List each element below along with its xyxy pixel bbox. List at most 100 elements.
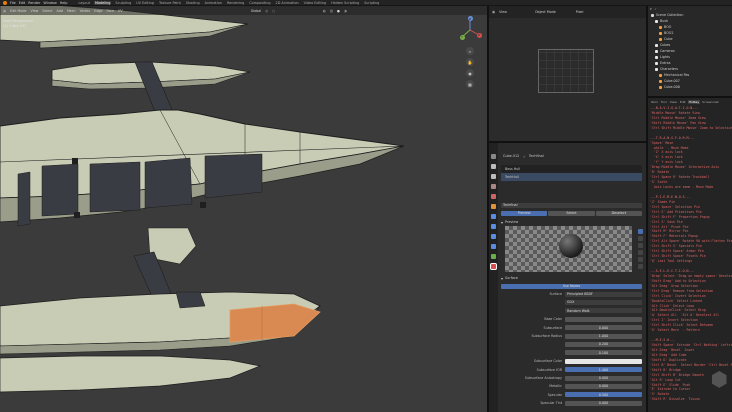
- property-field[interactable]: [565, 316, 642, 322]
- menu-edge[interactable]: Edge: [94, 9, 102, 13]
- shading-selector[interactable]: Pixel: [576, 10, 584, 14]
- tab-tool[interactable]: Tool: [660, 100, 668, 104]
- object-tab-icon[interactable]: [491, 204, 496, 209]
- scene-tab-icon[interactable]: [491, 184, 496, 189]
- property-field[interactable]: Random Walk: [565, 308, 642, 314]
- tool-tab-icon[interactable]: [491, 154, 496, 159]
- world-tab-icon[interactable]: [491, 194, 496, 199]
- outliner-item[interactable]: Mechanical Pas: [659, 73, 689, 78]
- axis-z-icon[interactable]: Z: [467, 16, 473, 21]
- search-icon[interactable]: ⌕: [655, 7, 657, 11]
- outliner-item[interactable]: Cube.008: [659, 85, 680, 90]
- blender-logo-icon[interactable]: [3, 0, 7, 5]
- property-field[interactable]: 0.100: [565, 350, 642, 356]
- navigation-gizmo[interactable]: Z X Y: [457, 15, 483, 45]
- workspace-tab-scripting[interactable]: Scripting: [363, 1, 380, 5]
- shading-solid-icon[interactable]: ●: [337, 9, 340, 13]
- outliner-item[interactable]: BOO: [659, 25, 671, 30]
- material-name-field[interactable]: Techfinal: [501, 202, 642, 208]
- editor-type-icon[interactable]: ▣: [492, 10, 495, 14]
- outliner-item[interactable]: Characters: [655, 67, 678, 72]
- menu-help[interactable]: Help: [60, 1, 68, 5]
- property-field[interactable]: Principled BSDF: [565, 291, 642, 297]
- physics-tab-icon[interactable]: [491, 234, 496, 239]
- menu-render[interactable]: Render: [28, 1, 40, 5]
- outliner-item[interactable]: Cube: [659, 37, 673, 42]
- workspace-tab-texture-paint[interactable]: Texture Paint: [158, 1, 182, 5]
- assign-tab[interactable]: Preview: [501, 210, 548, 216]
- outliner-item[interactable]: Cameras: [655, 49, 675, 54]
- mode-selector[interactable]: Edit Mode: [10, 9, 26, 13]
- axis-y-icon[interactable]: Y: [459, 34, 465, 40]
- axis-x-icon[interactable]: X: [476, 32, 482, 38]
- material-slot[interactable]: Boss Hull: [501, 165, 642, 173]
- select-tab[interactable]: Select: [548, 210, 595, 216]
- property-field[interactable]: 0.200: [565, 341, 642, 347]
- zoom-icon[interactable]: ⌕: [466, 47, 474, 55]
- workspace-tab-uv-editing[interactable]: UV Editing: [135, 1, 155, 5]
- hair-preview-icon[interactable]: [638, 250, 643, 255]
- tab-view[interactable]: View: [669, 100, 678, 104]
- deselect-tab[interactable]: Deselect: [595, 210, 642, 216]
- menu-uv[interactable]: UV: [118, 9, 123, 13]
- workspace-tab-rendering[interactable]: Rendering: [226, 1, 245, 5]
- material-tab-icon[interactable]: [490, 263, 497, 270]
- workspace-tab-sculpting[interactable]: Sculpting: [114, 1, 132, 5]
- material-slot-selected[interactable]: TechHull: [501, 173, 642, 181]
- particles-tab-icon[interactable]: [491, 224, 496, 229]
- cube-preview-icon[interactable]: [638, 236, 643, 241]
- menu-face[interactable]: Face: [107, 9, 114, 13]
- tab-item[interactable]: Item: [650, 100, 659, 104]
- filter-icon[interactable]: ▾: [650, 7, 652, 11]
- pan-hand-icon[interactable]: ✋: [466, 58, 474, 66]
- modifier-tab-icon[interactable]: [491, 214, 496, 219]
- mode-selector[interactable]: Object Mode: [535, 10, 556, 14]
- menu-window[interactable]: Window: [43, 1, 56, 5]
- xray-icon[interactable]: ▥: [330, 9, 333, 13]
- property-field[interactable]: 1.000: [565, 333, 642, 339]
- overlay-icon[interactable]: ◐: [323, 9, 326, 13]
- surface-section-header[interactable]: ▾ Surface: [501, 275, 642, 281]
- outliner-item[interactable]: Cubes: [655, 43, 670, 48]
- property-field[interactable]: 0.000: [565, 325, 642, 331]
- use-nodes-button[interactable]: Use Nodes: [501, 283, 642, 289]
- render-tab-icon[interactable]: [491, 164, 496, 169]
- menu-file[interactable]: File: [10, 1, 16, 5]
- 3d-viewport[interactable]: ▣ Edit Mode View Select Add Mesh Vertex …: [0, 6, 487, 412]
- menu-view[interactable]: View: [499, 10, 507, 14]
- menu-view[interactable]: View: [31, 9, 39, 13]
- data-tab-icon[interactable]: [491, 254, 496, 259]
- workspace-tab-hidden-scripting[interactable]: Hidden Scripting: [330, 1, 360, 5]
- menu-mesh[interactable]: Mesh: [67, 9, 76, 13]
- outliner-item[interactable]: Lights: [655, 55, 670, 60]
- spaceship-model[interactable]: [0, 6, 487, 412]
- proportional-edit-icon[interactable]: ○: [272, 9, 275, 13]
- property-field[interactable]: GGX: [565, 299, 642, 305]
- property-field[interactable]: [565, 358, 642, 364]
- material-slot-list[interactable]: Boss Hull TechHull: [501, 165, 642, 181]
- outliner-item[interactable]: Extras: [655, 61, 670, 66]
- camera-view-icon[interactable]: ◉: [466, 69, 474, 77]
- menu-vertex[interactable]: Vertex: [80, 9, 91, 13]
- snap-icon[interactable]: ◎: [265, 9, 268, 13]
- output-tab-icon[interactable]: [491, 174, 496, 179]
- menu-add[interactable]: Add: [57, 9, 63, 13]
- workspace-tab-2d-animation[interactable]: 2D Animation: [275, 1, 300, 5]
- workspace-tab-modeling[interactable]: Modeling: [93, 0, 112, 5]
- workspace-tab-video-editing[interactable]: Video Editing: [303, 1, 327, 5]
- workspace-tab-layout[interactable]: Layout: [77, 1, 91, 5]
- tab-hotkey[interactable]: Hotkey: [687, 99, 701, 104]
- shaderball-preview-icon[interactable]: [638, 257, 643, 262]
- orientation-selector[interactable]: Global: [251, 9, 262, 13]
- shading-material-icon[interactable]: ◑: [344, 9, 347, 13]
- menu-edit[interactable]: Edit: [19, 1, 26, 5]
- tab-screencast[interactable]: Screencast: [701, 100, 720, 104]
- tab-edit[interactable]: Edit: [679, 100, 687, 104]
- plane-preview-icon[interactable]: [638, 243, 643, 248]
- editor-type-icon[interactable]: ▣: [3, 9, 6, 13]
- workspace-tab-shading[interactable]: Shading: [185, 1, 201, 5]
- workspace-tab-animation[interactable]: Animation: [204, 1, 223, 5]
- outliner-item[interactable]: Scene Collection: [651, 13, 683, 18]
- workspace-tab-compositing[interactable]: Compositing: [248, 1, 271, 5]
- outliner-item[interactable]: BOO2: [659, 31, 674, 36]
